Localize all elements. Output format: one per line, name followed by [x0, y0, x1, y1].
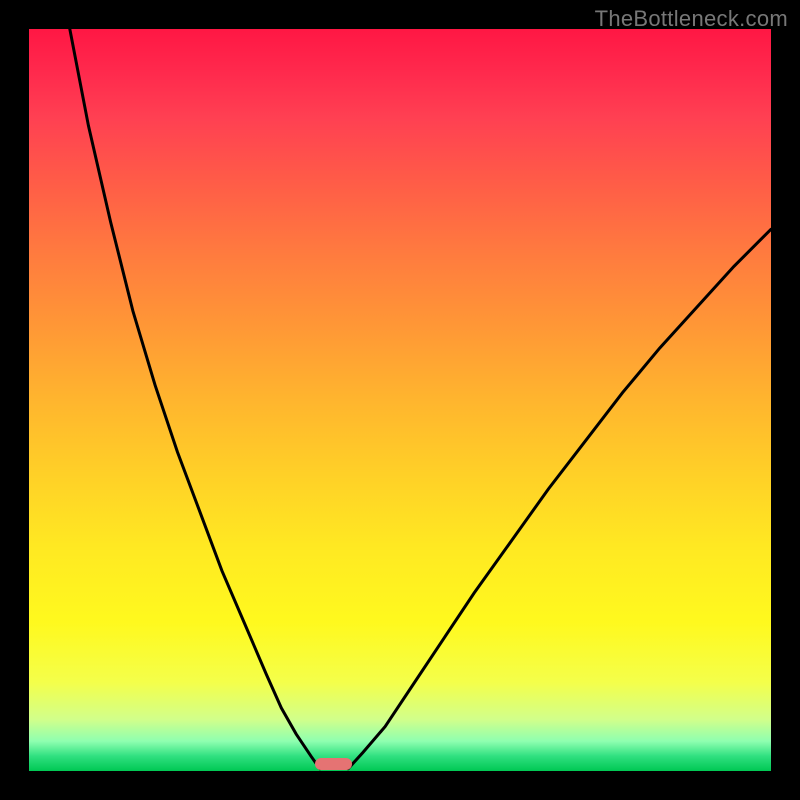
bottleneck-curve [29, 29, 771, 771]
bottleneck-marker [315, 758, 352, 770]
watermark-text: TheBottleneck.com [595, 6, 788, 32]
chart-frame: TheBottleneck.com [0, 0, 800, 800]
plot-area [29, 29, 771, 771]
